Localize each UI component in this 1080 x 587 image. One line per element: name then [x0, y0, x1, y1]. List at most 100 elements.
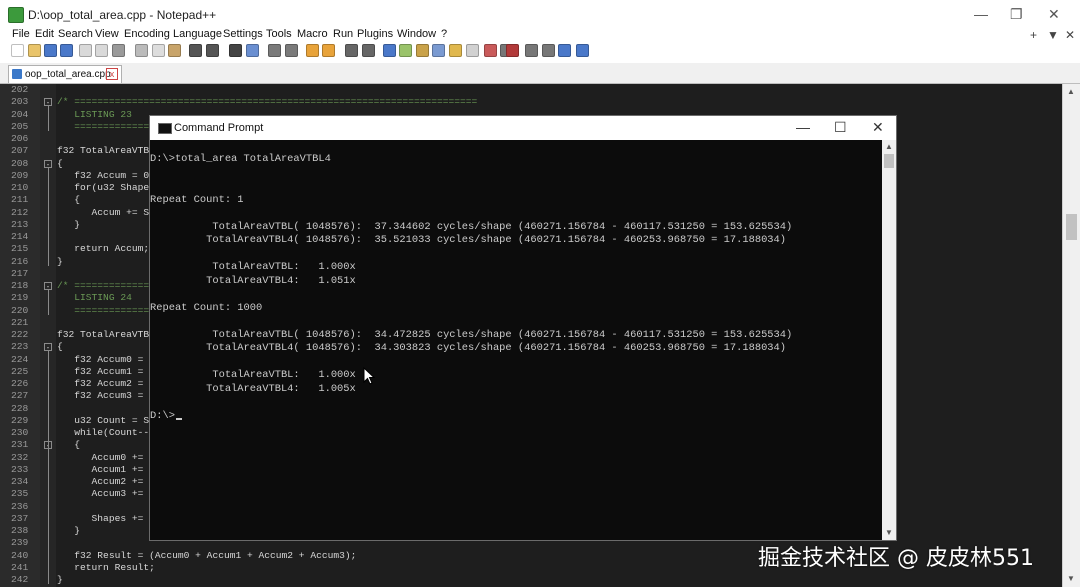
scroll-down-icon[interactable]: ▼ — [1067, 574, 1075, 583]
editor-vertical-scrollbar[interactable]: ▲ ▼ — [1062, 84, 1080, 587]
console-line: TotalAreaVTBL4: 1.005x — [150, 383, 356, 397]
menu-item-edit[interactable]: Edit — [35, 28, 54, 40]
print-icon[interactable] — [112, 44, 125, 57]
code-text: { — [57, 194, 81, 206]
fold-toggle-icon[interactable]: - — [44, 282, 52, 291]
cmd-minimize-icon[interactable]: — — [796, 119, 810, 135]
minimize-icon[interactable]: — — [974, 6, 988, 22]
menu-item-view[interactable]: View — [95, 28, 119, 40]
command-prompt-window[interactable]: Command Prompt — ☐ ✕ D:\>total_area Tota… — [149, 115, 897, 541]
udl-icon[interactable] — [399, 44, 412, 57]
close-tab-icon[interactable]: ✕ — [1065, 28, 1075, 42]
restore-icon[interactable]: ❐ — [1010, 6, 1023, 23]
tab-oop-total-area[interactable]: oop_total_area.cpp x — [8, 65, 122, 83]
show-all-chars-icon[interactable] — [362, 44, 375, 57]
sync-vertical-icon[interactable] — [306, 44, 319, 57]
fold-toggle-icon[interactable]: - — [44, 98, 52, 107]
save-macro-icon[interactable] — [576, 44, 589, 57]
line-number: 215 — [11, 243, 29, 255]
find-icon[interactable] — [229, 44, 242, 57]
cmd-console-output[interactable]: D:\>total_area TotalAreaVTBL4 Repeat Coun… — [150, 140, 882, 540]
line-number: 230 — [11, 427, 29, 438]
stop-macro-icon[interactable] — [525, 44, 538, 57]
cut-icon[interactable] — [135, 44, 148, 57]
console-line-text: TotalAreaVTBL4( 1048576): 34.303823 cycl… — [150, 342, 787, 354]
line-number: 210 — [11, 182, 29, 193]
doc-list-icon[interactable] — [484, 44, 497, 57]
code-line[interactable]: 242} — [0, 574, 1062, 586]
line-number: 208 — [11, 157, 29, 169]
save-icon[interactable] — [44, 44, 57, 57]
cmd-scrollbar-thumb[interactable] — [884, 154, 894, 168]
new-file-icon[interactable] — [11, 44, 24, 57]
doc-map-icon[interactable] — [416, 44, 429, 57]
menu-item-plugins[interactable]: Plugins — [357, 28, 393, 40]
tab-list-icon[interactable]: ▼ — [1047, 28, 1059, 42]
tab-close-icon[interactable]: x — [106, 68, 118, 80]
fold-toggle-icon[interactable]: - — [44, 343, 52, 352]
line-number: 229 — [11, 414, 29, 426]
notepadpp-app-icon — [8, 7, 24, 23]
console-line-text: D:\>total_area TotalAreaVTBL4 — [150, 153, 331, 165]
npp-title-bar: D:\oop_total_area.cpp - Notepad++ — ❐ ✕ — [0, 0, 1080, 28]
line-number: 217 — [11, 267, 29, 279]
code-text: } — [57, 255, 63, 267]
line-number: 242 — [11, 574, 29, 585]
scrollbar-thumb[interactable] — [1066, 214, 1077, 240]
zoom-in-icon[interactable] — [268, 44, 281, 57]
open-file-icon[interactable] — [28, 44, 41, 57]
line-number: 214 — [11, 231, 29, 242]
code-text: { — [57, 341, 63, 353]
redo-icon[interactable] — [206, 44, 219, 57]
code-text: return Accum; — [57, 243, 150, 255]
scroll-up-icon[interactable]: ▲ — [1067, 87, 1075, 96]
cmd-maximize-icon[interactable]: ☐ — [834, 119, 847, 136]
menu-item-encoding[interactable]: Encoding — [124, 28, 170, 40]
indent-guide-icon[interactable] — [383, 44, 396, 57]
close-icon[interactable]: ✕ — [1048, 6, 1060, 23]
fold-toggle-icon[interactable]: - — [44, 159, 52, 168]
menu-item-settings[interactable]: Settings — [223, 28, 263, 40]
word-wrap-icon[interactable] — [345, 44, 358, 57]
menu-item-macro[interactable]: Macro — [297, 28, 328, 40]
menu-item-tools[interactable]: Tools — [266, 28, 292, 40]
menu-item-search[interactable]: Search — [58, 28, 93, 40]
zoom-out-icon[interactable] — [285, 44, 298, 57]
menu-item-file[interactable]: File — [12, 28, 30, 40]
line-number: 224 — [11, 353, 29, 365]
line-number: 240 — [11, 549, 29, 561]
menu-item-language[interactable]: Language — [173, 28, 222, 40]
close-all-icon[interactable] — [95, 44, 108, 57]
function-list-icon[interactable] — [432, 44, 445, 57]
copy-icon[interactable] — [152, 44, 165, 57]
undo-icon[interactable] — [189, 44, 202, 57]
console-line-text: TotalAreaVTBL4( 1048576): 35.521033 cycl… — [150, 234, 787, 246]
menu-item-help[interactable]: ? — [441, 28, 447, 40]
paste-icon[interactable] — [168, 44, 181, 57]
line-number: 212 — [11, 206, 29, 218]
line-number: 207 — [11, 145, 29, 157]
new-tab-icon[interactable]: + — [1030, 28, 1037, 42]
cmd-scroll-down-icon[interactable]: ▼ — [885, 528, 893, 537]
sync-horizontal-icon[interactable] — [322, 44, 335, 57]
save-all-icon[interactable] — [60, 44, 73, 57]
menu-item-window[interactable]: Window — [397, 28, 436, 40]
run-macro-multiple-icon[interactable] — [558, 44, 571, 57]
monitoring-icon[interactable] — [466, 44, 479, 57]
menu-item-run[interactable]: Run — [333, 28, 353, 40]
console-line: TotalAreaVTBL: 1.000x — [150, 261, 355, 275]
replace-icon[interactable] — [246, 44, 259, 57]
code-text: /* =====================================… — [57, 96, 478, 108]
cmd-scroll-up-icon[interactable]: ▲ — [885, 142, 893, 151]
tab-label: oop_total_area.cpp — [25, 69, 111, 80]
cmd-window-title: Command Prompt — [174, 122, 264, 134]
folder-workspace-icon[interactable] — [449, 44, 462, 57]
record-macro-icon[interactable] — [506, 44, 519, 57]
cmd-close-icon[interactable]: ✕ — [872, 119, 884, 136]
close-icon[interactable] — [79, 44, 92, 57]
play-macro-icon[interactable] — [542, 44, 555, 57]
cmd-vertical-scrollbar[interactable]: ▲ ▼ — [882, 140, 896, 540]
code-line[interactable]: 203 /* ==================================… — [0, 96, 1062, 108]
code-line[interactable]: 202 — [0, 84, 1062, 96]
line-number: 221 — [11, 316, 29, 328]
